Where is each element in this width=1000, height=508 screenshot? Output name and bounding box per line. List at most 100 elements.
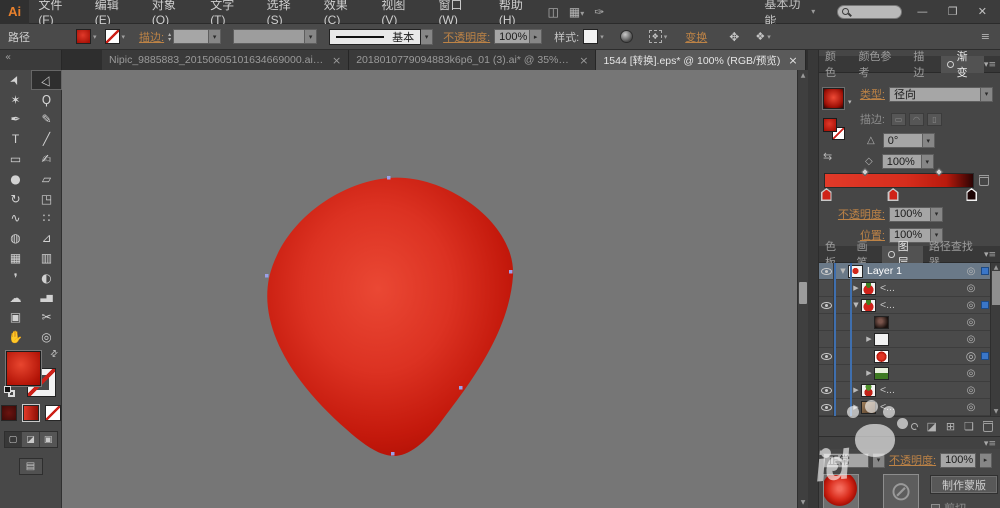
delete-layer-icon[interactable] [983, 420, 993, 432]
object-thumbnail[interactable] [823, 474, 859, 508]
menu-file[interactable]: 文件(F) [29, 0, 85, 27]
mask-thumbnail[interactable]: ⊘ [883, 474, 919, 508]
menu-effect[interactable]: 效果(C) [315, 0, 373, 27]
visibility-toggle[interactable] [819, 381, 834, 399]
align-icon[interactable]: ❖ [648, 30, 662, 43]
search-input[interactable] [837, 4, 902, 19]
rectangle-tool[interactable]: ▭ [0, 149, 31, 169]
chevron-down-icon[interactable]: ▾ [922, 133, 935, 148]
gradient-type-select[interactable]: 径向 [889, 86, 981, 102]
menu-select[interactable]: 选择(S) [258, 0, 315, 27]
gradient-midpoint[interactable] [934, 167, 944, 177]
brush-definition-field[interactable] [233, 29, 306, 44]
locate-object-icon[interactable] [910, 422, 918, 430]
new-sublayer-icon[interactable]: ⊞ [946, 420, 955, 433]
align-objects-icon[interactable]: ✥ [729, 30, 739, 44]
new-layer-icon[interactable]: ❏ [964, 420, 974, 433]
scroll-down-icon[interactable]: ▼ [798, 499, 808, 506]
chevron-down-icon[interactable]: ▾ [664, 33, 668, 41]
expand-icon[interactable]: ▶ [864, 369, 874, 377]
gradient-slider[interactable] [820, 167, 978, 201]
chevron-down-icon[interactable]: ▾ [93, 33, 97, 41]
opacity-field[interactable]: 100% [494, 29, 531, 44]
layout-grid-icon[interactable]: ▦▾ [569, 5, 584, 19]
layer-row[interactable]: ▶ ◎ [819, 330, 1000, 348]
gradient-midpoint[interactable] [860, 167, 870, 177]
draw-behind-icon[interactable]: ◪ [22, 432, 40, 448]
expand-icon[interactable]: ▶ [864, 335, 874, 343]
close-tab-icon[interactable]: × [579, 54, 588, 67]
stroke-gradient-across-icon[interactable]: ▯ [927, 112, 942, 126]
toolbar-collapse[interactable]: « [0, 50, 62, 70]
tab-color[interactable]: 颜色 [819, 51, 852, 79]
swap-fill-stroke-icon[interactable]: ⇄ [49, 348, 61, 360]
tab-brushes[interactable]: 画笔 [851, 241, 883, 269]
gradient-swatch[interactable] [823, 88, 844, 109]
layer-thumbnail[interactable] [861, 281, 876, 295]
chevron-down-icon[interactable]: ▾ [421, 28, 434, 45]
reverse-gradient-icon[interactable]: ⇆ [823, 150, 832, 163]
expand-icon[interactable]: ▼ [838, 267, 848, 275]
shape-builder-tool[interactable]: ◍ [0, 228, 31, 248]
canvas-vertical-scrollbar[interactable]: ▲ ▼ [797, 70, 808, 508]
minimize-button[interactable]: — [912, 5, 933, 18]
stroke-weight-link[interactable]: 描边: [139, 29, 164, 45]
panel-menu-icon[interactable]: ▾≡ [984, 249, 1000, 260]
transform-link[interactable]: 变换 [685, 29, 707, 45]
lasso-tool[interactable]: Ϙ [31, 90, 62, 110]
direct-selection-tool[interactable]: ▷ [31, 70, 62, 90]
stroke-weight-stepper[interactable]: ▴ ▾ [168, 31, 171, 42]
clipping-mask-icon[interactable]: ◪ [927, 420, 937, 433]
menu-object[interactable]: 对象(O) [143, 0, 201, 27]
blend-mode-select[interactable]: 正常 [823, 452, 869, 468]
panel-menu-icon[interactable]: ▾≡ [984, 59, 1000, 70]
eraser-tool[interactable]: ▱ [31, 169, 62, 189]
dock-divider[interactable] [808, 50, 818, 508]
artboard-tool[interactable]: ▣ [0, 308, 31, 328]
spin-right-icon[interactable]: ▸ [530, 29, 543, 44]
scroll-up-icon[interactable]: ▲ [991, 264, 1000, 271]
visibility-toggle[interactable] [819, 330, 834, 348]
layer-thumbnail[interactable] [861, 298, 876, 312]
visibility-toggle[interactable] [819, 313, 834, 331]
symbol-sprayer-tool[interactable]: ☁ [0, 288, 31, 308]
layer-row[interactable]: ▼ Layer 1 ◎ [819, 262, 1000, 280]
target-icon[interactable]: ◎ [963, 283, 979, 294]
menu-help[interactable]: 帮助(H) [490, 0, 548, 27]
expand-icon[interactable]: ▼ [851, 301, 861, 309]
layer-thumbnail[interactable] [874, 366, 889, 380]
line-segment-tool[interactable]: ╱ [31, 129, 62, 149]
zoom-tool[interactable]: ◎ [31, 327, 62, 347]
gradient-opacity-label[interactable]: 不透明度: [833, 206, 885, 222]
scale-tool[interactable]: ◳ [31, 189, 62, 209]
stroke-color-swatch[interactable] [104, 29, 120, 44]
tab-swatches[interactable]: 色板 [819, 241, 851, 269]
canvas[interactable]: ▲ ▼ [62, 70, 808, 508]
document-tab[interactable]: Nipic_9885883_20150605101634669000.ai* @… [102, 50, 350, 70]
fill-proxy[interactable] [6, 351, 41, 387]
layer-thumbnail[interactable] [861, 383, 876, 397]
visibility-toggle[interactable] [819, 296, 834, 314]
scroll-down-icon[interactable]: ▼ [991, 408, 1000, 415]
layer-thumbnail[interactable] [874, 315, 889, 329]
visibility-toggle[interactable] [819, 398, 834, 416]
shape-options-icon[interactable]: ❖ [755, 30, 765, 43]
transparency-opacity-field[interactable]: 100% [940, 452, 977, 468]
layer-row[interactable]: ▶ ◎ [819, 364, 1000, 382]
gradient-type-label[interactable]: 类型: [855, 86, 885, 102]
tab-color-guide[interactable]: 颜色参考 [852, 51, 907, 79]
spin-right-icon[interactable]: ▸ [980, 452, 993, 468]
target-icon[interactable]: ◎ [963, 349, 979, 363]
type-tool[interactable]: T [0, 129, 31, 149]
blob-brush-tool[interactable]: ● [0, 169, 31, 189]
layers-scrollbar[interactable]: ▲ ▼ [990, 263, 1000, 416]
default-fill-stroke-icon[interactable] [4, 386, 15, 398]
gradient-angle-field[interactable]: 0° [882, 133, 923, 148]
menu-window[interactable]: 窗口(W) [430, 0, 490, 27]
fill-color-swatch[interactable] [76, 29, 91, 44]
chevron-down-icon[interactable]: ▾ [600, 33, 604, 41]
feather-icon[interactable]: ✑ [594, 5, 604, 19]
target-icon[interactable]: ◎ [963, 334, 979, 345]
chevron-down-icon[interactable]: ▾ [122, 33, 126, 41]
mini-fill-proxy[interactable] [823, 118, 837, 132]
